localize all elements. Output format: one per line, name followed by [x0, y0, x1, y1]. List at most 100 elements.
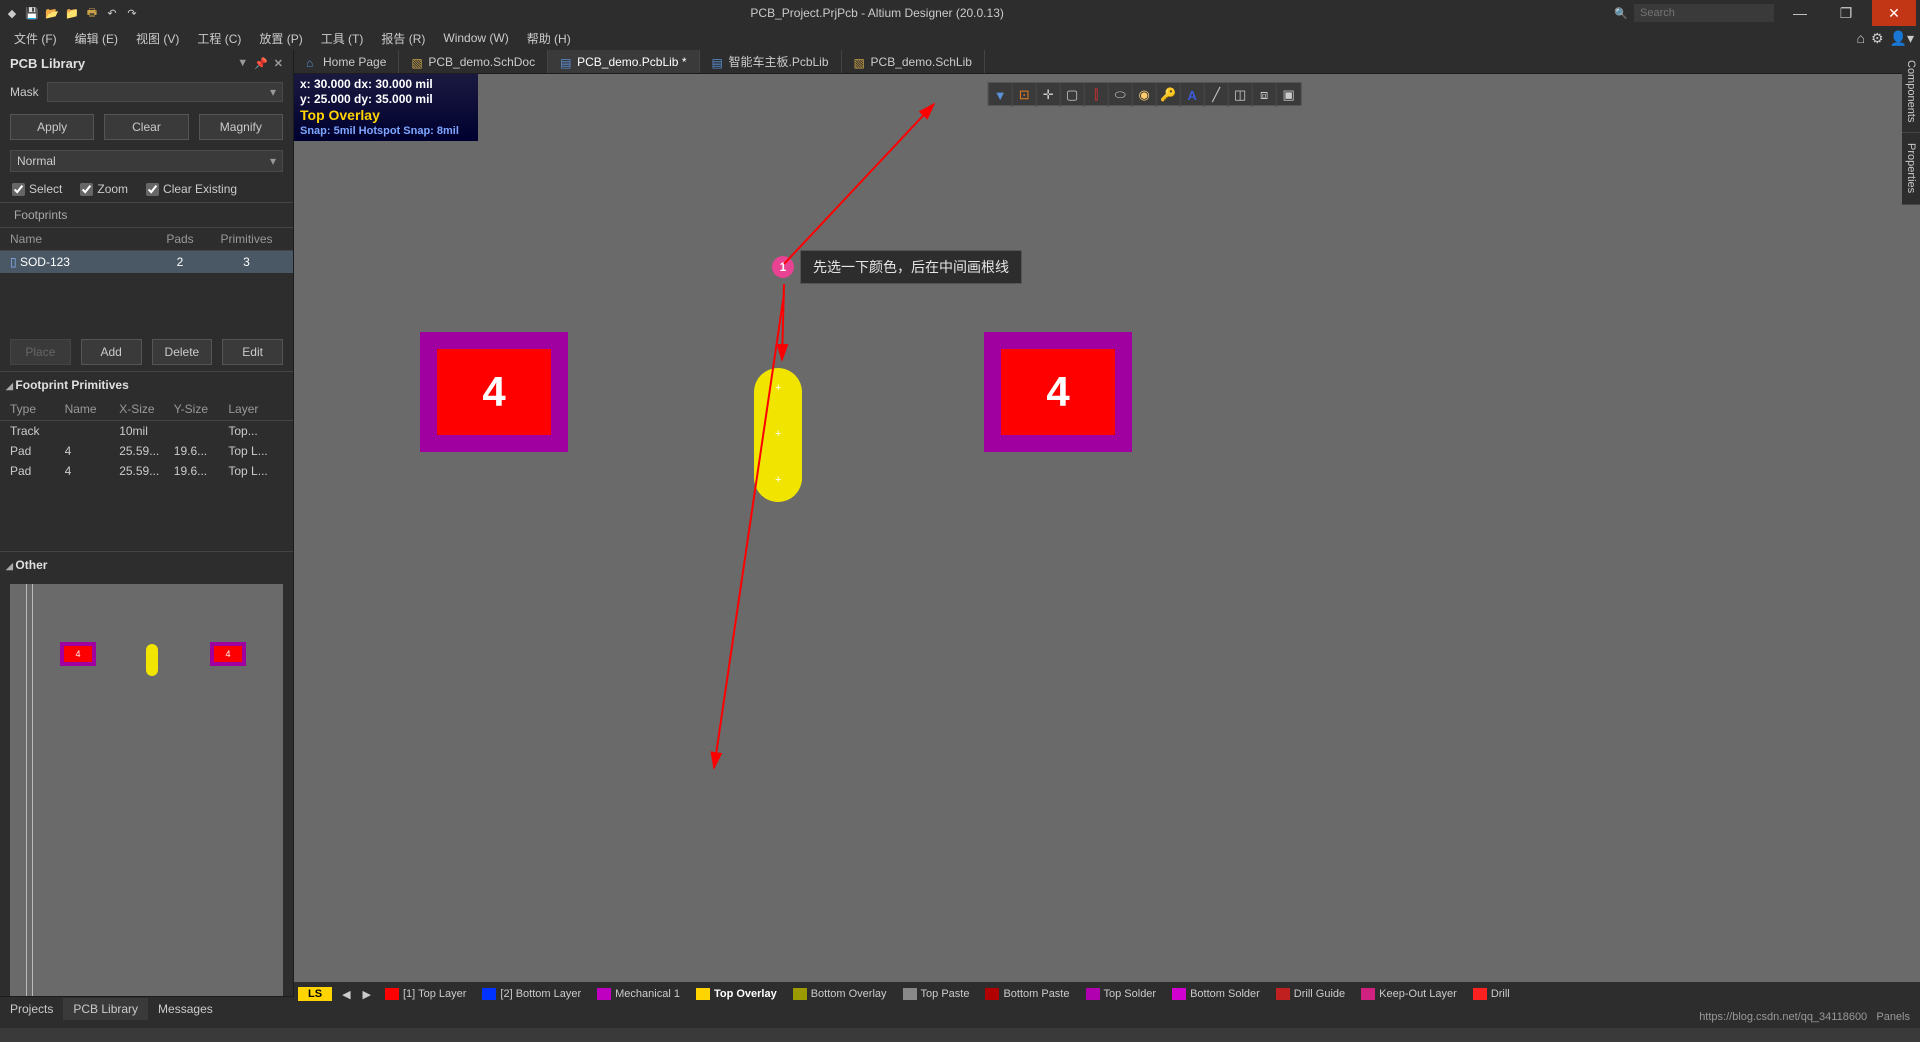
primitive-row[interactable]: Pad425.59...19.6...Top L...	[0, 441, 293, 461]
mask-select[interactable]: ▾	[47, 82, 283, 102]
home-icon[interactable]: ⌂	[1857, 30, 1865, 47]
menu-report[interactable]: 报告 (R)	[373, 27, 433, 50]
open-icon[interactable]: 📂	[44, 5, 60, 21]
primitive-row[interactable]: Track10milTop...	[0, 421, 293, 441]
move-icon[interactable]: ✛	[1037, 83, 1061, 107]
other-header[interactable]: Other	[0, 551, 293, 578]
pad-right[interactable]: 4	[984, 332, 1132, 452]
properties-tab[interactable]: Properties	[1902, 133, 1920, 204]
layer-top[interactable]: [1] Top Layer	[379, 988, 472, 1000]
string-tool-icon[interactable]: A	[1181, 83, 1205, 107]
tab-smart[interactable]: ▤智能车主板.PcbLib	[700, 50, 842, 73]
footprint-row[interactable]: ▯ SOD-123 2 3	[0, 251, 293, 273]
layer-top-solder[interactable]: Top Solder	[1080, 988, 1163, 1000]
footprint-preview: 4 4	[10, 584, 283, 996]
menu-help[interactable]: 帮助 (H)	[519, 27, 579, 50]
menu-project[interactable]: 工程 (C)	[189, 27, 249, 50]
tab-home[interactable]: ⌂Home Page	[294, 50, 399, 73]
minimize-button[interactable]: —	[1780, 0, 1820, 26]
quick-access: ◆ 💾 📂 📁 🖶 ↶ ↷	[4, 5, 140, 21]
projects-tab[interactable]: Projects	[0, 998, 63, 1020]
pad-left[interactable]: 4	[420, 332, 568, 452]
tab-pcblib[interactable]: ▤PCB_demo.PcbLib *	[548, 50, 699, 73]
menu-place[interactable]: 放置 (P)	[251, 27, 310, 50]
pad-icon[interactable]: ⬭	[1109, 83, 1133, 107]
layer-keepout[interactable]: Keep-Out Layer	[1355, 988, 1463, 1000]
layer-bar: LS ◀ ▶ [1] Top Layer [2] Bottom Layer Me…	[294, 982, 1920, 1006]
layer-bottom-solder[interactable]: Bottom Solder	[1166, 988, 1266, 1000]
open2-icon[interactable]: 📁	[64, 5, 80, 21]
dim2-icon[interactable]: ⧈	[1253, 83, 1277, 107]
doc-icon: ▧	[411, 56, 423, 68]
select-checkbox[interactable]: Select	[12, 182, 62, 196]
magnify-button[interactable]: Magnify	[199, 114, 283, 140]
add-button[interactable]: Add	[81, 339, 142, 365]
select-icon[interactable]: ⊡	[1013, 83, 1037, 107]
3d-icon[interactable]: ▣	[1277, 83, 1301, 107]
print-icon[interactable]: 🖶	[84, 5, 100, 21]
undo-icon[interactable]: ↶	[104, 5, 120, 21]
line-tool-icon[interactable]: ╱	[1205, 83, 1229, 107]
right-dock-tabs: Components Properties	[1902, 50, 1920, 205]
menu-edit[interactable]: 编辑 (E)	[67, 27, 126, 50]
primitive-row[interactable]: Pad425.59...19.6...Top L...	[0, 461, 293, 481]
panel-pin-icon[interactable]: 📌	[254, 57, 268, 70]
doc-icon: ▧	[854, 56, 866, 68]
apply-button[interactable]: Apply	[10, 114, 94, 140]
layer-top-paste[interactable]: Top Paste	[897, 988, 976, 1000]
center-slot[interactable]: + + +	[754, 368, 802, 502]
place-button[interactable]: Place	[10, 339, 71, 365]
menu-tools[interactable]: 工具 (T)	[313, 27, 372, 50]
layer-mech1[interactable]: Mechanical 1	[591, 988, 686, 1000]
key-icon[interactable]: 🔑	[1157, 83, 1181, 107]
close-button[interactable]: ✕	[1872, 0, 1916, 26]
menu-file[interactable]: 文件 (F)	[6, 27, 65, 50]
pcb-library-tab[interactable]: PCB Library	[63, 998, 148, 1020]
edit-button[interactable]: Edit	[222, 339, 283, 365]
maximize-button[interactable]: ❐	[1826, 0, 1866, 26]
layer-prev-icon[interactable]: ◀	[338, 988, 354, 1001]
footprints-header: Footprints	[0, 202, 293, 228]
watermark-url: https://blog.csdn.net/qq_34118600	[1699, 1011, 1867, 1023]
layer-next-icon[interactable]: ▶	[359, 988, 375, 1001]
panel-title: PCB Library	[10, 56, 85, 71]
user-icon[interactable]: 👤▾	[1890, 30, 1914, 47]
footprint-primitives-header[interactable]: Footprint Primitives	[0, 371, 293, 398]
layer-top-overlay[interactable]: Top Overlay	[690, 988, 783, 1000]
panels-button[interactable]: Panels	[1876, 1011, 1910, 1023]
layer-bottom-paste[interactable]: Bottom Paste	[979, 988, 1075, 1000]
tab-schdoc[interactable]: ▧PCB_demo.SchDoc	[399, 50, 548, 73]
menu-view[interactable]: 视图 (V)	[128, 27, 187, 50]
panel-close-icon[interactable]: ✕	[274, 57, 283, 70]
clear-button[interactable]: Clear	[104, 114, 188, 140]
redo-icon[interactable]: ↷	[124, 5, 140, 21]
pcb-canvas[interactable]: x: 30.000 dx: 30.000 mil y: 25.000 dy: 3…	[294, 74, 1920, 982]
layer-drill[interactable]: Drill	[1467, 988, 1516, 1000]
rect-icon[interactable]: ▢	[1061, 83, 1085, 107]
menu-window[interactable]: Window (W)	[435, 28, 516, 48]
gear-icon[interactable]: ⚙	[1871, 30, 1884, 47]
zoom-checkbox[interactable]: Zoom	[80, 182, 128, 196]
components-tab[interactable]: Components	[1902, 50, 1920, 133]
tab-schlib[interactable]: ▧PCB_demo.SchLib	[842, 50, 985, 73]
app-icon: ◆	[4, 5, 20, 21]
panel-dropdown-icon[interactable]: ▼	[237, 57, 248, 69]
via-icon[interactable]: ◉	[1133, 83, 1157, 107]
delete-button[interactable]: Delete	[152, 339, 213, 365]
doc-icon: ▤	[712, 56, 724, 68]
doc-icon: ▤	[560, 56, 572, 68]
layer-drill-guide[interactable]: Drill Guide	[1270, 988, 1351, 1000]
clear-existing-checkbox[interactable]: Clear Existing	[146, 182, 237, 196]
bottom-panel-tabs: Projects PCB Library Messages	[0, 996, 294, 1020]
layer-set-button[interactable]: LS	[298, 987, 332, 1001]
filter-icon[interactable]: ▼	[989, 83, 1013, 107]
save-icon[interactable]: 💾	[24, 5, 40, 21]
align-icon[interactable]: ⫿	[1085, 83, 1109, 107]
layer-bottom-overlay[interactable]: Bottom Overlay	[787, 988, 893, 1000]
annotation-text: 先选一下颜色，后在中间画根线	[800, 250, 1022, 284]
messages-tab[interactable]: Messages	[148, 998, 223, 1020]
normal-select[interactable]: Normal	[10, 150, 283, 172]
layer-bottom[interactable]: [2] Bottom Layer	[476, 988, 587, 1000]
dim-icon[interactable]: ◫	[1229, 83, 1253, 107]
search-input[interactable]	[1634, 4, 1774, 22]
